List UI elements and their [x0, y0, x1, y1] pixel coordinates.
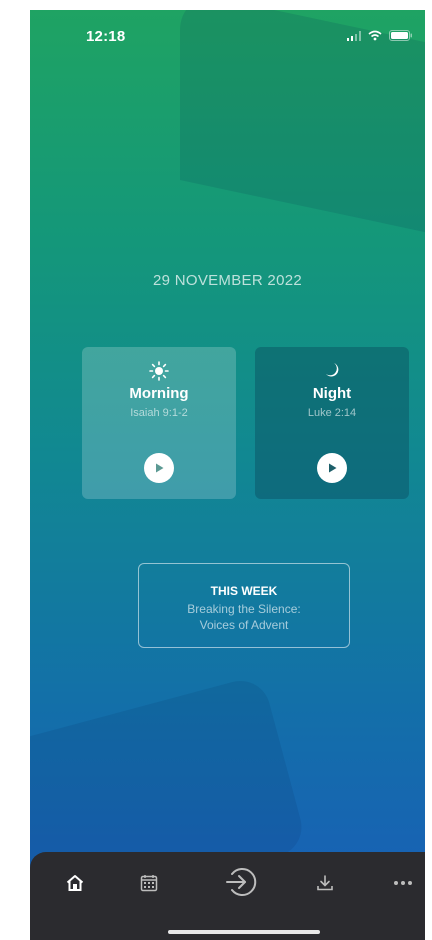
sun-icon	[82, 361, 236, 383]
enter-icon	[226, 868, 257, 896]
morning-title: Morning	[129, 385, 189, 402]
this-week-card[interactable]: THIS WEEK Breaking the Silence: Voices o…	[138, 563, 350, 648]
morning-reference: Isaiah 9:1-2	[130, 407, 188, 419]
wifi-icon	[368, 30, 382, 41]
home-icon	[66, 875, 84, 891]
moon-icon	[255, 361, 409, 383]
battery-icon	[389, 30, 412, 41]
tab-downloads[interactable]	[307, 866, 343, 900]
status-time: 12:18	[86, 28, 126, 45]
this-week-heading: THIS WEEK	[210, 584, 278, 598]
signal-icon	[347, 30, 361, 41]
tab-bar	[30, 852, 425, 940]
this-week-title-line-1: Breaking the Silence:	[187, 602, 301, 616]
night-reference: Luke 2:14	[307, 407, 357, 419]
tab-home[interactable]	[57, 866, 93, 900]
tab-more[interactable]	[385, 866, 421, 900]
current-date: 29 NOVEMBER 2022	[152, 272, 303, 289]
morning-play-button[interactable]	[144, 453, 174, 483]
status-bar: 12:18	[30, 10, 425, 58]
play-icon	[156, 463, 164, 473]
morning-card[interactable]: Morning Isaiah 9:1-2	[82, 347, 236, 499]
night-card[interactable]: Night Luke 2:14	[255, 347, 409, 499]
night-title: Night	[312, 385, 352, 402]
status-icons	[347, 30, 413, 41]
app-screen: 12:18 29 NOVEMBER 2022 Morning Isaiah 9:…	[30, 10, 425, 940]
download-icon	[317, 875, 333, 891]
tab-enter[interactable]	[219, 860, 263, 904]
more-icon	[394, 881, 412, 885]
play-icon	[329, 463, 337, 473]
home-indicator	[168, 930, 320, 934]
night-play-button[interactable]	[317, 453, 347, 483]
tab-calendar[interactable]	[131, 866, 167, 900]
this-week-title-line-2: Voices of Advent	[199, 618, 289, 632]
calendar-icon	[140, 875, 158, 892]
